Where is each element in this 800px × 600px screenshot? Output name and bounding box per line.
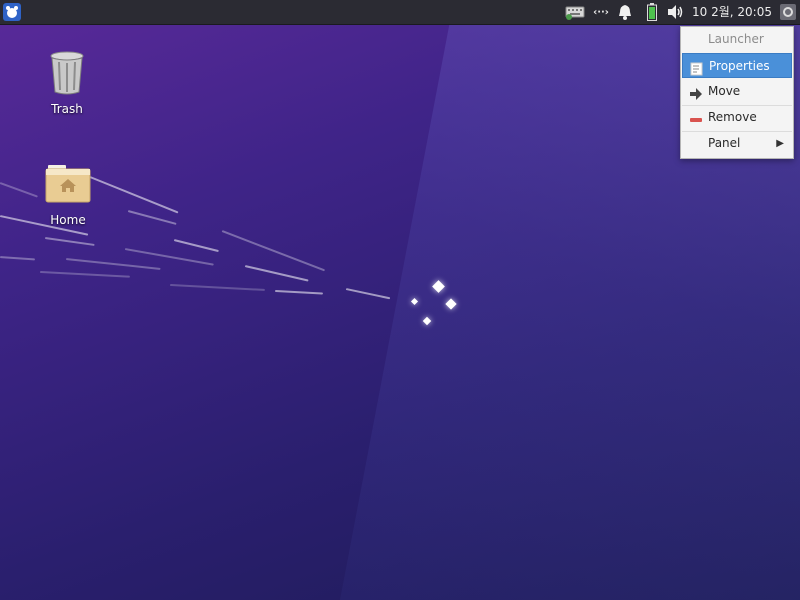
battery-icon <box>647 3 657 21</box>
menu-item-label: Remove <box>708 110 757 124</box>
wallpaper-streak <box>0 256 35 261</box>
home-folder-icon <box>45 165 91 203</box>
wallpaper-streak <box>169 284 265 291</box>
tray-battery[interactable] <box>644 0 660 24</box>
wallpaper-streak <box>274 290 323 295</box>
menu-item-label: Panel <box>708 136 741 150</box>
tray-keyboard[interactable] <box>563 0 587 24</box>
wallpaper-streak <box>44 237 95 246</box>
wallpaper-streak <box>124 248 214 266</box>
keyboard-icon <box>565 6 585 20</box>
gear-icon <box>783 7 793 17</box>
menu-item-remove[interactable]: Remove <box>682 105 792 130</box>
wallpaper-streak <box>127 210 177 225</box>
wallpaper-streak <box>39 271 130 278</box>
network-icon: ‹··› <box>593 6 609 18</box>
bell-icon <box>619 5 631 20</box>
submenu-arrow-icon: ▶ <box>776 138 784 149</box>
desktop-icon-label: Home <box>50 213 86 227</box>
action-buttons[interactable] <box>780 4 796 20</box>
top-panel: ‹··› 10 2월, 20:05 <box>0 0 800 25</box>
volume-icon <box>668 5 683 19</box>
tray-notifications[interactable] <box>616 0 634 24</box>
desktop-icon-home[interactable]: Home <box>28 163 108 227</box>
wallpaper-streak <box>65 258 161 270</box>
wallpaper-streak <box>345 288 391 300</box>
arrow-right-icon <box>689 85 703 100</box>
trash-icon <box>50 51 84 95</box>
desktop-icon-label: Trash <box>51 102 83 116</box>
launcher-context-menu: Launcher Properties Move Remove Panel ▶ <box>680 26 794 159</box>
menu-item-panel[interactable]: Panel ▶ <box>682 131 792 156</box>
desktop-icon-trash[interactable]: Trash <box>27 50 107 116</box>
menu-item-properties[interactable]: Properties <box>682 53 792 78</box>
menu-item-move[interactable]: Move <box>682 79 792 104</box>
wallpaper-streak <box>244 265 309 282</box>
xfce-mouse-icon <box>3 3 21 21</box>
menu-item-label: Move <box>708 84 741 98</box>
wallpaper-streak <box>221 230 326 272</box>
menu-header-label: Launcher <box>708 32 764 46</box>
properties-icon <box>690 60 704 76</box>
tray-network[interactable]: ‹··› <box>590 0 612 24</box>
tray-volume[interactable] <box>666 0 686 24</box>
applications-menu-button[interactable] <box>3 3 21 21</box>
menu-header-launcher: Launcher <box>682 27 792 52</box>
remove-icon <box>689 111 703 125</box>
menu-item-label: Properties <box>709 59 770 73</box>
wallpaper-streak <box>173 239 219 253</box>
panel-clock[interactable]: 10 2월, 20:05 <box>692 0 772 24</box>
